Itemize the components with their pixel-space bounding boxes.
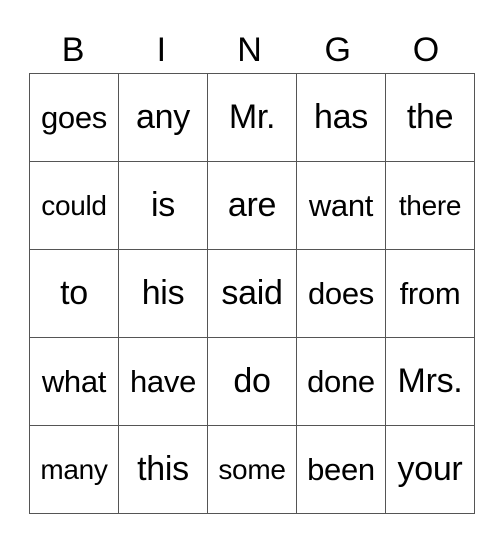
bingo-cell[interactable]: the — [385, 73, 475, 162]
bingo-cell[interactable]: have — [118, 337, 208, 426]
bingo-cell[interactable]: been — [296, 425, 386, 514]
bingo-cell[interactable]: some — [207, 425, 297, 514]
bingo-cell[interactable]: Mr. — [207, 73, 297, 162]
grid-row: goes any Mr. has the — [29, 73, 475, 162]
bingo-cell[interactable]: this — [118, 425, 208, 514]
bingo-cell[interactable]: said — [207, 249, 297, 338]
bingo-cell[interactable]: want — [296, 161, 386, 250]
bingo-cell[interactable]: to — [29, 249, 119, 338]
bingo-cell[interactable]: could — [29, 161, 119, 250]
bingo-cell[interactable]: from — [385, 249, 475, 338]
bingo-cell[interactable]: are — [207, 161, 297, 250]
bingo-cell[interactable]: done — [296, 337, 386, 426]
bingo-cell[interactable]: what — [29, 337, 119, 426]
grid-row: to his said does from — [29, 249, 475, 338]
header-letter-n: N — [237, 31, 262, 69]
header-letter-i: I — [156, 31, 167, 69]
bingo-header: B I N G O — [29, 28, 470, 72]
grid-row: could is are want there — [29, 161, 475, 250]
bingo-cell[interactable]: there — [385, 161, 475, 250]
header-letter-g: G — [324, 31, 351, 69]
bingo-cell[interactable]: any — [118, 73, 208, 162]
bingo-cell[interactable]: do — [207, 337, 297, 426]
header-letter-o: O — [412, 31, 440, 69]
bingo-grid: goes any Mr. has the could is are want t… — [29, 73, 475, 514]
bingo-cell[interactable]: your — [385, 425, 475, 514]
grid-row: many this some been your — [29, 425, 475, 514]
bingo-cell[interactable]: has — [296, 73, 386, 162]
bingo-cell[interactable]: goes — [29, 73, 119, 162]
bingo-cell[interactable]: is — [118, 161, 208, 250]
bingo-cell[interactable]: does — [296, 249, 386, 338]
header-letter-b: B — [61, 31, 85, 69]
grid-row: what have do done Mrs. — [29, 337, 475, 426]
bingo-cell[interactable]: Mrs. — [385, 337, 475, 426]
bingo-cell[interactable]: his — [118, 249, 208, 338]
bingo-cell[interactable]: many — [29, 425, 119, 514]
